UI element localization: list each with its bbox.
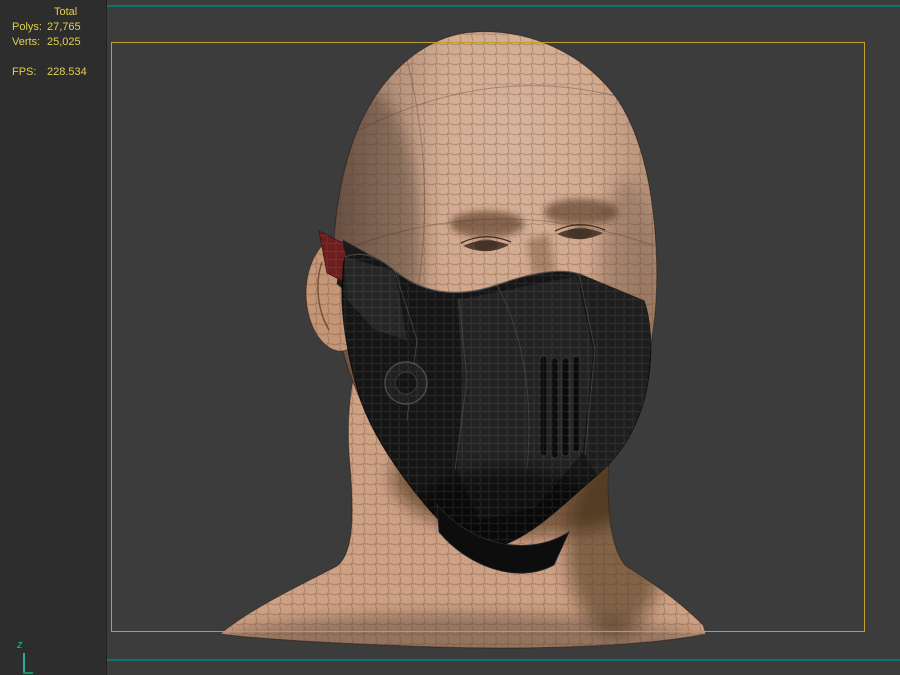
axis-z-label: z: [17, 639, 23, 651]
stats-verts-row: Verts: 25,025: [12, 35, 87, 50]
stats-fps-row: FPS: 228.534: [12, 65, 87, 80]
statistics-overlay: Total Polys: 27,765 Verts: 25,025 FPS: 2…: [12, 5, 87, 80]
stats-polys-row: Polys: 27,765: [12, 20, 87, 35]
stats-polys-value: 27,765: [47, 20, 81, 35]
stats-total-row: Total: [12, 5, 87, 20]
model-head-render: [107, 0, 900, 675]
left-panel: Total Polys: 27,765 Verts: 25,025 FPS: 2…: [0, 0, 107, 675]
viewport[interactable]: [107, 0, 900, 675]
stats-verts-label: Verts:: [12, 35, 47, 50]
axis-z-line: [23, 653, 25, 674]
stats-total-label: Total: [54, 5, 77, 20]
stats-fps-value: 228.534: [47, 65, 87, 80]
stats-fps-label: FPS:: [12, 65, 47, 80]
viewport-bottom-edge: [107, 659, 900, 661]
stats-polys-label: Polys:: [12, 20, 47, 35]
app-window: Total Polys: 27,765 Verts: 25,025 FPS: 2…: [0, 0, 900, 675]
axis-x-line: [23, 672, 33, 674]
axis-gizmo: z: [14, 641, 46, 675]
stats-verts-value: 25,025: [47, 35, 81, 50]
